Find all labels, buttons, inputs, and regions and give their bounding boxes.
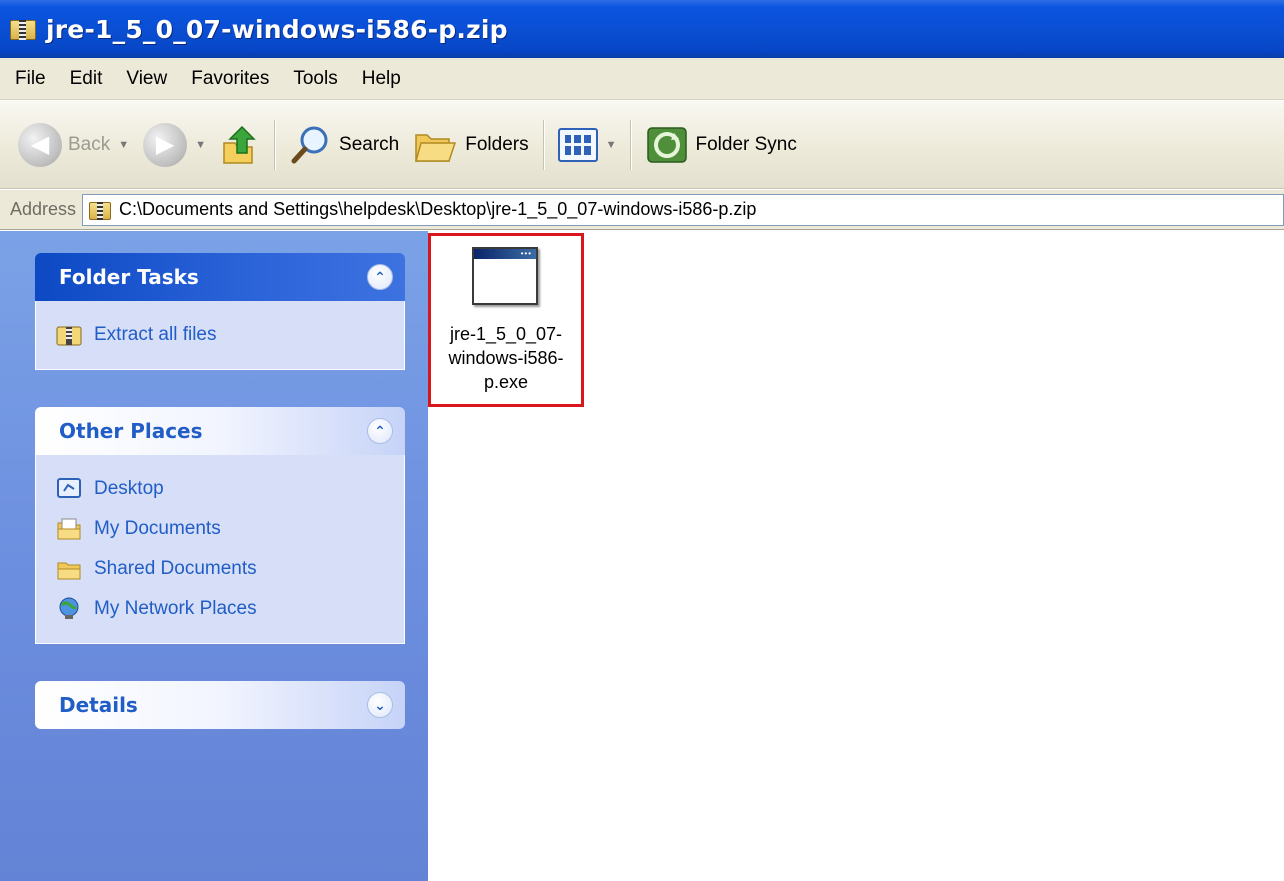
folder-tasks-box: Folder Tasks ⌃ Extract all files <box>35 253 405 370</box>
shared-documents-link[interactable]: Shared Documents <box>56 549 404 589</box>
menu-tools[interactable]: Tools <box>284 64 346 94</box>
views-icon <box>557 127 598 162</box>
search-button[interactable]: Search <box>289 117 399 173</box>
other-places-header[interactable]: Other Places ⌃ <box>35 407 405 455</box>
expand-icon[interactable]: ⌄ <box>367 692 393 718</box>
zip-folder-icon <box>89 199 112 221</box>
back-arrow-icon: ◀ <box>18 122 62 167</box>
details-box: Details ⌄ <box>35 681 405 729</box>
file-name-line-3: p.exe <box>483 372 529 392</box>
desktop-label: Desktop <box>94 478 164 499</box>
other-places-body: Desktop My Documents Shared Documents My… <box>35 455 405 644</box>
network-places-icon <box>56 597 82 621</box>
address-label: Address <box>10 199 77 219</box>
file-item-exe[interactable]: ••• jre-1_5_0_07- windows-i586- p.exe <box>428 233 584 407</box>
toolbar-separator <box>274 119 276 170</box>
my-documents-icon <box>56 517 82 541</box>
menu-help[interactable]: Help <box>353 64 410 94</box>
folder-sync-label: Folder Sync <box>695 133 797 155</box>
file-name-line-2: windows-i586- <box>448 348 564 368</box>
up-folder-icon <box>223 125 256 164</box>
folder-tasks-body: Extract all files <box>35 301 405 370</box>
zip-folder-icon <box>56 323 82 347</box>
window-title: jre-1_5_0_07-windows-i586-p.zip <box>46 14 508 44</box>
folder-tasks-header[interactable]: Folder Tasks ⌃ <box>35 253 405 301</box>
application-window-icon: ••• <box>472 247 538 305</box>
title-bar: jre-1_5_0_07-windows-i586-p.zip <box>0 0 1284 58</box>
folder-sync-icon <box>647 126 688 163</box>
toolbar-separator <box>630 119 632 170</box>
back-label: Back <box>68 133 111 155</box>
menu-view[interactable]: View <box>117 64 176 94</box>
collapse-icon[interactable]: ⌃ <box>367 264 393 290</box>
my-network-places-label: My Network Places <box>94 598 257 619</box>
collapse-icon[interactable]: ⌃ <box>367 418 393 444</box>
toolbar-separator <box>542 119 544 170</box>
folder-sync-button[interactable]: Folder Sync <box>645 117 797 173</box>
search-label: Search <box>339 133 400 155</box>
views-button[interactable]: ▼ <box>557 117 617 173</box>
my-network-places-link[interactable]: My Network Places <box>56 589 404 629</box>
forward-arrow-icon: ▶ <box>143 122 188 167</box>
folders-label: Folders <box>465 133 529 155</box>
menu-favorites[interactable]: Favorites <box>182 64 278 94</box>
menu-bar: File Edit View Favorites Tools Help <box>0 58 1284 100</box>
folders-button[interactable]: Folders <box>413 117 529 173</box>
zip-folder-icon <box>10 17 36 41</box>
details-header[interactable]: Details ⌄ <box>35 681 405 729</box>
folder-tasks-title: Folder Tasks <box>59 265 199 289</box>
details-title: Details <box>59 693 138 717</box>
file-view: ••• jre-1_5_0_07- windows-i586- p.exe <box>428 231 1284 881</box>
forward-button[interactable]: ▶ ▼ <box>143 117 206 173</box>
file-name-line-1: jre-1_5_0_07- <box>449 324 563 344</box>
back-button[interactable]: ◀ Back ▼ <box>18 117 129 173</box>
folders-icon <box>415 133 457 162</box>
back-dropdown-icon[interactable]: ▼ <box>118 139 129 151</box>
desktop-link[interactable]: Desktop <box>56 469 404 509</box>
menu-file[interactable]: File <box>6 64 55 94</box>
forward-dropdown-icon[interactable]: ▼ <box>195 139 206 151</box>
up-button[interactable] <box>220 117 260 173</box>
toolbar: ◀ Back ▼ ▶ ▼ Search Folders ▼ Folder Syn… <box>0 101 1284 189</box>
address-bar: Address C:\Documents and Settings\helpde… <box>0 190 1284 230</box>
other-places-title: Other Places <box>59 419 203 443</box>
address-input[interactable]: C:\Documents and Settings\helpdesk\Deskt… <box>82 193 1284 226</box>
shared-documents-icon <box>56 557 82 581</box>
extract-all-files-label: Extract all files <box>94 324 217 345</box>
task-pane: Folder Tasks ⌃ Extract all files Other P… <box>0 231 428 881</box>
other-places-box: Other Places ⌃ Desktop My Documents Shar… <box>35 407 405 644</box>
my-documents-link[interactable]: My Documents <box>56 509 404 549</box>
search-icon <box>291 126 328 163</box>
address-path: C:\Documents and Settings\helpdesk\Deskt… <box>119 199 757 219</box>
views-dropdown-icon[interactable]: ▼ <box>606 139 617 151</box>
file-name: jre-1_5_0_07- windows-i586- p.exe <box>431 322 581 394</box>
extract-all-files-link[interactable]: Extract all files <box>56 315 404 355</box>
shared-documents-label: Shared Documents <box>94 558 257 579</box>
menu-edit[interactable]: Edit <box>61 64 112 94</box>
desktop-icon <box>56 477 82 501</box>
my-documents-label: My Documents <box>94 518 221 539</box>
